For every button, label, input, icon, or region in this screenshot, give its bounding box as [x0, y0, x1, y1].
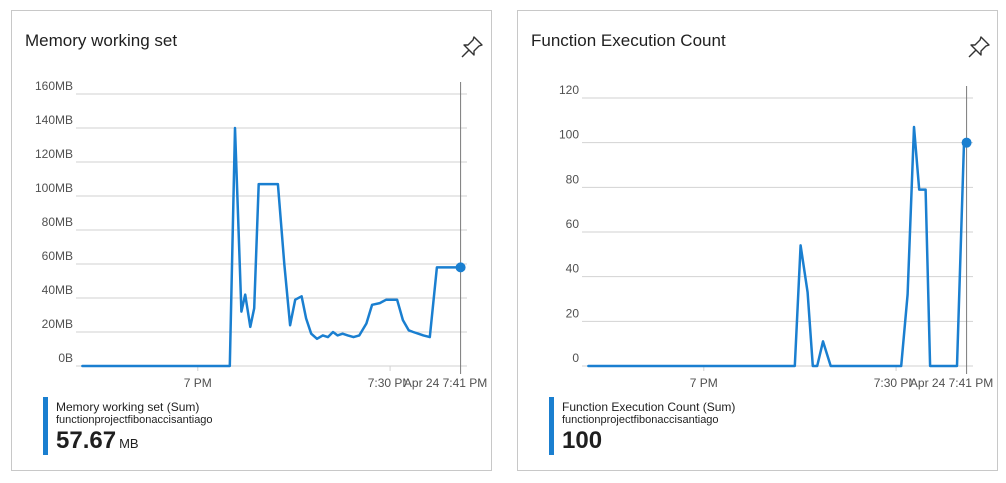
y-tick-label: 40MB [42, 283, 73, 297]
series-line [81, 126, 464, 368]
y-tick-label: 160MB [35, 79, 73, 93]
memory-chart: 0B 20MB 40MB 60MB 80MB 100MB 120MB 140MB 160MB 7 … [35, 79, 488, 392]
hover-marker [455, 262, 466, 273]
legend-resource-name: functionprojectfibonaccisantiago [56, 414, 213, 426]
y-tick-label: 120MB [35, 147, 73, 161]
x-tick-label: 7 PM [690, 376, 718, 390]
y-tick-label: 60 [566, 217, 580, 231]
y-tick-label: 100MB [35, 181, 73, 195]
legend-resource-name: functionprojectfibonaccisantiago [562, 414, 719, 426]
legend-value-number: 57.67 [56, 427, 117, 454]
y-tick-label: 0 [572, 351, 579, 365]
legend-value-unit: MB [119, 436, 139, 451]
legend-color-bar [43, 397, 48, 455]
memory-working-set-tile[interactable]: Memory working set 0B 20MB 40MB 60MB 80MB 100… [11, 10, 492, 471]
y-tick-label: 60MB [42, 249, 73, 263]
series-line [587, 125, 970, 368]
function-execution-count-tile[interactable]: Function Execution Count 0 20 40 60 80 100 120… [517, 10, 998, 471]
y-tick-label: 80 [566, 172, 580, 186]
y-tick-label: 120 [559, 83, 579, 97]
legend-value-number: 100 [562, 427, 603, 454]
hover-time-label: Apr 24 7:41 PM [404, 376, 487, 390]
y-tick-label: 80MB [42, 215, 73, 229]
y-tick-label: 0B [58, 351, 73, 365]
legend-series-name: Memory working set (Sum) [56, 400, 200, 414]
legend-value: 100 [562, 427, 602, 455]
x-tick-label: 7 PM [184, 376, 212, 390]
execution-count-chart: 0204060801001207 PM 7:30 PMApr 24 7:41 PM [559, 83, 994, 392]
y-tick-label: 100 [559, 128, 579, 142]
hover-time-label: Apr 24 7:41 PM [910, 376, 993, 390]
y-tick-label: 40 [566, 262, 580, 276]
y-tick-label: 140MB [35, 113, 73, 127]
y-tick-label: 20MB [42, 317, 73, 331]
legend-series-name: Function Execution Count (Sum) [562, 400, 736, 414]
hover-marker [961, 137, 972, 148]
y-tick-label: 20 [566, 306, 580, 320]
legend-color-bar [549, 397, 554, 455]
legend-value: 57.67 MB [56, 427, 139, 455]
